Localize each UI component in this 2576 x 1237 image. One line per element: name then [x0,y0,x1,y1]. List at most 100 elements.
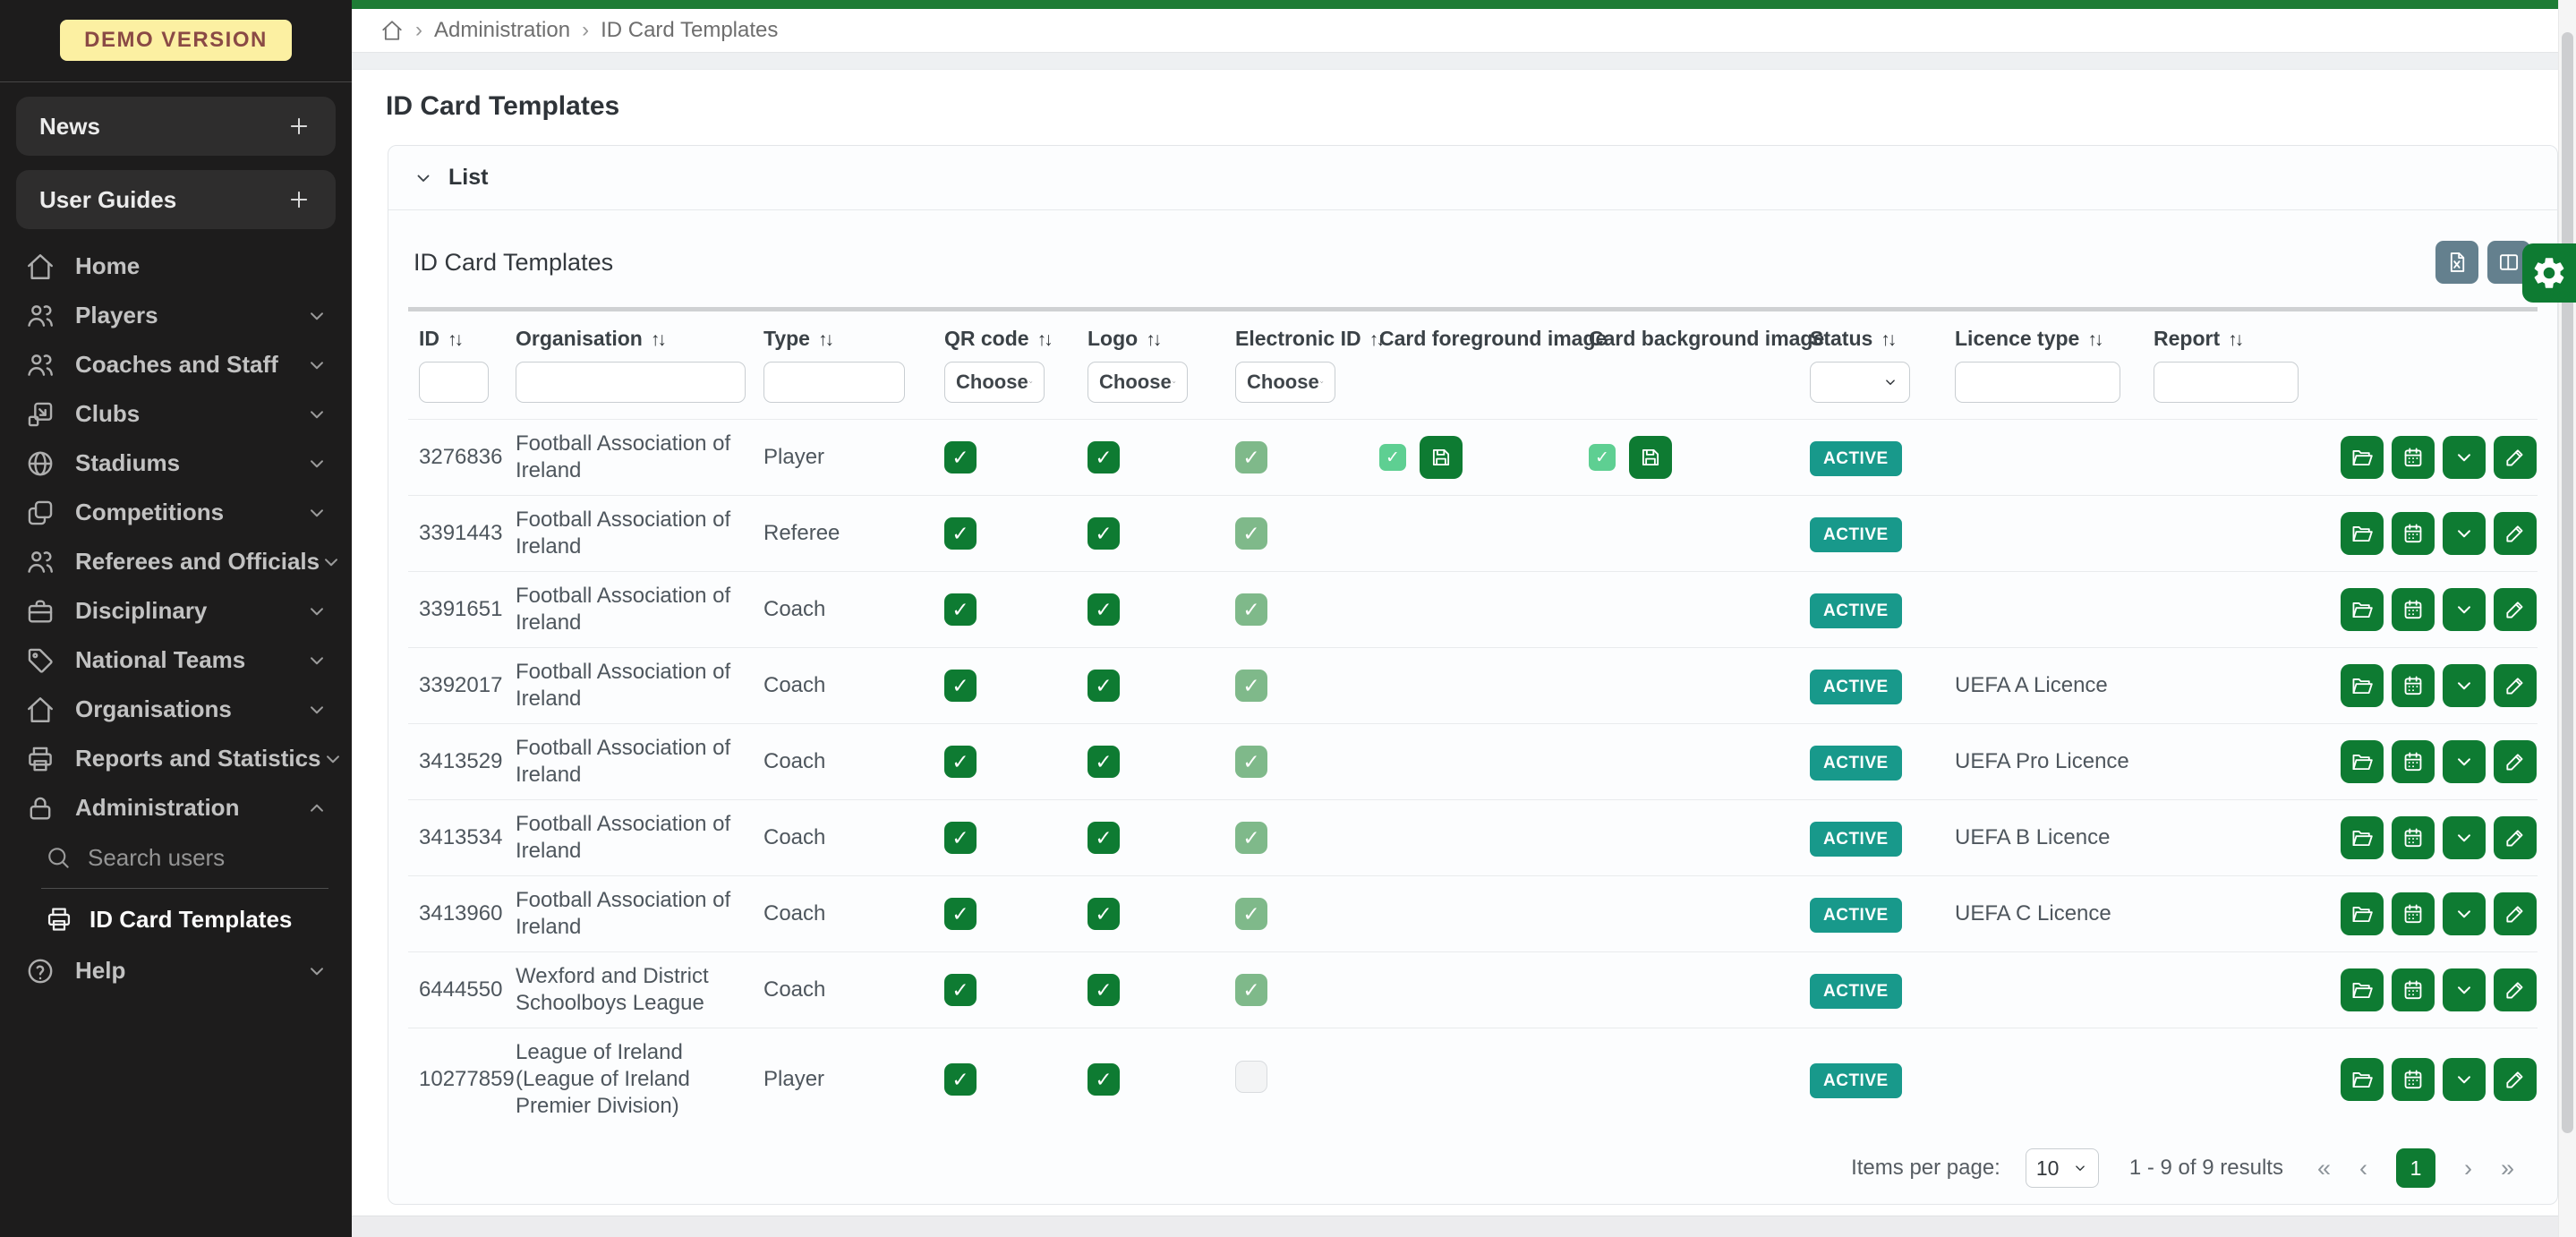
filter-organisation-input[interactable] [516,362,746,403]
row-calendar-button[interactable] [2392,892,2435,935]
filter-logo-select[interactable]: Choose [1088,362,1188,403]
previous-page-button[interactable]: ‹ [2359,1155,2367,1182]
sidebar-item-referees-and-officials[interactable]: Referees and Officials [0,537,352,586]
sidebar-item-competitions[interactable]: Competitions [0,488,352,537]
settings-gear-button[interactable] [2522,243,2576,303]
filter-licence-type-input[interactable] [1955,362,2120,403]
col-header-id[interactable]: ID↑↓ [408,310,505,355]
qr-code-checkbox-checked[interactable]: ✓ [944,822,977,854]
col-header-report[interactable]: Report↑↓ [2143,310,2322,355]
filter-type-input[interactable] [763,362,905,403]
row-folder-open-button[interactable] [2341,1058,2384,1101]
sort-icon[interactable]: ↑↓ [651,329,664,350]
row-chevron-down-button[interactable] [2443,512,2486,555]
sort-icon[interactable]: ↑↓ [1037,329,1051,350]
sidebar-item-reports-and-statistics[interactable]: Reports and Statistics [0,734,352,783]
logo-checkbox-checked[interactable]: ✓ [1088,670,1120,702]
download-image-button[interactable] [1629,436,1672,479]
first-page-button[interactable]: « [2317,1155,2331,1182]
sort-icon[interactable]: ↑↓ [448,329,461,350]
row-pencil-button[interactable] [2494,1058,2537,1101]
row-chevron-down-button[interactable] [2443,664,2486,707]
row-calendar-button[interactable] [2392,968,2435,1011]
logo-checkbox-checked[interactable]: ✓ [1088,822,1120,854]
row-folder-open-button[interactable] [2341,816,2384,859]
row-pencil-button[interactable] [2494,968,2537,1011]
sort-icon[interactable]: ↑↓ [2087,329,2101,350]
row-chevron-down-button[interactable] [2443,740,2486,783]
row-pencil-button[interactable] [2494,740,2537,783]
plus-icon[interactable] [286,113,312,140]
qr-code-checkbox-checked[interactable]: ✓ [944,974,977,1006]
sort-icon[interactable]: ↑↓ [818,329,832,350]
row-calendar-button[interactable] [2392,512,2435,555]
logo-checkbox-checked[interactable]: ✓ [1088,593,1120,626]
sidebar-item-stadiums[interactable]: Stadiums [0,439,352,488]
row-pencil-button[interactable] [2494,816,2537,859]
sidebar-item-national-teams[interactable]: National Teams [0,636,352,685]
sidebar-item-organisations[interactable]: Organisations [0,685,352,734]
logo-checkbox-checked[interactable]: ✓ [1088,1063,1120,1096]
sort-icon[interactable]: ↑↓ [1146,329,1159,350]
row-calendar-button[interactable] [2392,1058,2435,1101]
sidebar-section-user-guides[interactable]: User Guides [16,170,336,229]
qr-code-checkbox-checked[interactable]: ✓ [944,593,977,626]
scrollbar-thumb[interactable] [2562,32,2573,1133]
col-header-type[interactable]: Type↑↓ [753,310,934,355]
row-calendar-button[interactable] [2392,436,2435,479]
logo-checkbox-checked[interactable]: ✓ [1088,517,1120,550]
row-pencil-button[interactable] [2494,892,2537,935]
list-section-header[interactable]: List [388,146,2557,210]
sidebar-item-clubs[interactable]: Clubs [0,389,352,439]
col-header-qr-code[interactable]: QR code↑↓ [934,310,1077,355]
row-folder-open-button[interactable] [2341,968,2384,1011]
sort-icon[interactable]: ↑↓ [2228,329,2241,350]
home-icon[interactable] [380,19,404,42]
row-chevron-down-button[interactable] [2443,1058,2486,1101]
sidebar-item-help[interactable]: Help [0,946,352,995]
qr-code-checkbox-checked[interactable]: ✓ [944,1063,977,1096]
row-folder-open-button[interactable] [2341,892,2384,935]
download-image-button[interactable] [1420,436,1463,479]
row-pencil-button[interactable] [2494,588,2537,631]
qr-code-checkbox-checked[interactable]: ✓ [944,441,977,473]
col-header-licence-type[interactable]: Licence type↑↓ [1944,310,2143,355]
logo-checkbox-checked[interactable]: ✓ [1088,898,1120,930]
filter-id-input[interactable] [419,362,489,403]
row-chevron-down-button[interactable] [2443,892,2486,935]
row-calendar-button[interactable] [2392,816,2435,859]
sidebar-section-news[interactable]: News [16,97,336,156]
logo-checkbox-checked[interactable]: ✓ [1088,746,1120,778]
filter-report-input[interactable] [2154,362,2299,403]
scrollbar[interactable] [2558,0,2576,1237]
items-per-page-select[interactable]: 10 [2026,1148,2099,1188]
qr-code-checkbox-checked[interactable]: ✓ [944,670,977,702]
plus-icon[interactable] [286,186,312,213]
next-page-button[interactable]: › [2464,1155,2472,1182]
row-calendar-button[interactable] [2392,664,2435,707]
row-chevron-down-button[interactable] [2443,968,2486,1011]
filter-qr-code-select[interactable]: Choose [944,362,1045,403]
qr-code-checkbox-checked[interactable]: ✓ [944,517,977,550]
sidebar-item-administration[interactable]: Administration [0,783,352,832]
row-folder-open-button[interactable] [2341,588,2384,631]
row-folder-open-button[interactable] [2341,436,2384,479]
col-header-logo[interactable]: Logo↑↓ [1077,310,1224,355]
sidebar-search-users[interactable]: Search users [0,832,352,883]
row-folder-open-button[interactable] [2341,664,2384,707]
qr-code-checkbox-checked[interactable]: ✓ [944,898,977,930]
logo-checkbox-checked[interactable]: ✓ [1088,441,1120,473]
filter-electronic-id-select[interactable]: Choose [1235,362,1335,403]
sidebar-item-coaches-and-staff[interactable]: Coaches and Staff [0,340,352,389]
col-header-organisation[interactable]: Organisation↑↓ [505,310,753,355]
sidebar-item-home[interactable]: Home [0,242,352,291]
export-excel-button[interactable] [2435,241,2478,284]
row-chevron-down-button[interactable] [2443,816,2486,859]
col-header-electronic-id[interactable]: Electronic ID↑↓ [1224,310,1369,355]
row-pencil-button[interactable] [2494,436,2537,479]
row-folder-open-button[interactable] [2341,512,2384,555]
breadcrumb-administration[interactable]: Administration [434,18,570,43]
col-header-status[interactable]: Status↑↓ [1799,310,1944,355]
row-pencil-button[interactable] [2494,512,2537,555]
logo-checkbox-checked[interactable]: ✓ [1088,974,1120,1006]
